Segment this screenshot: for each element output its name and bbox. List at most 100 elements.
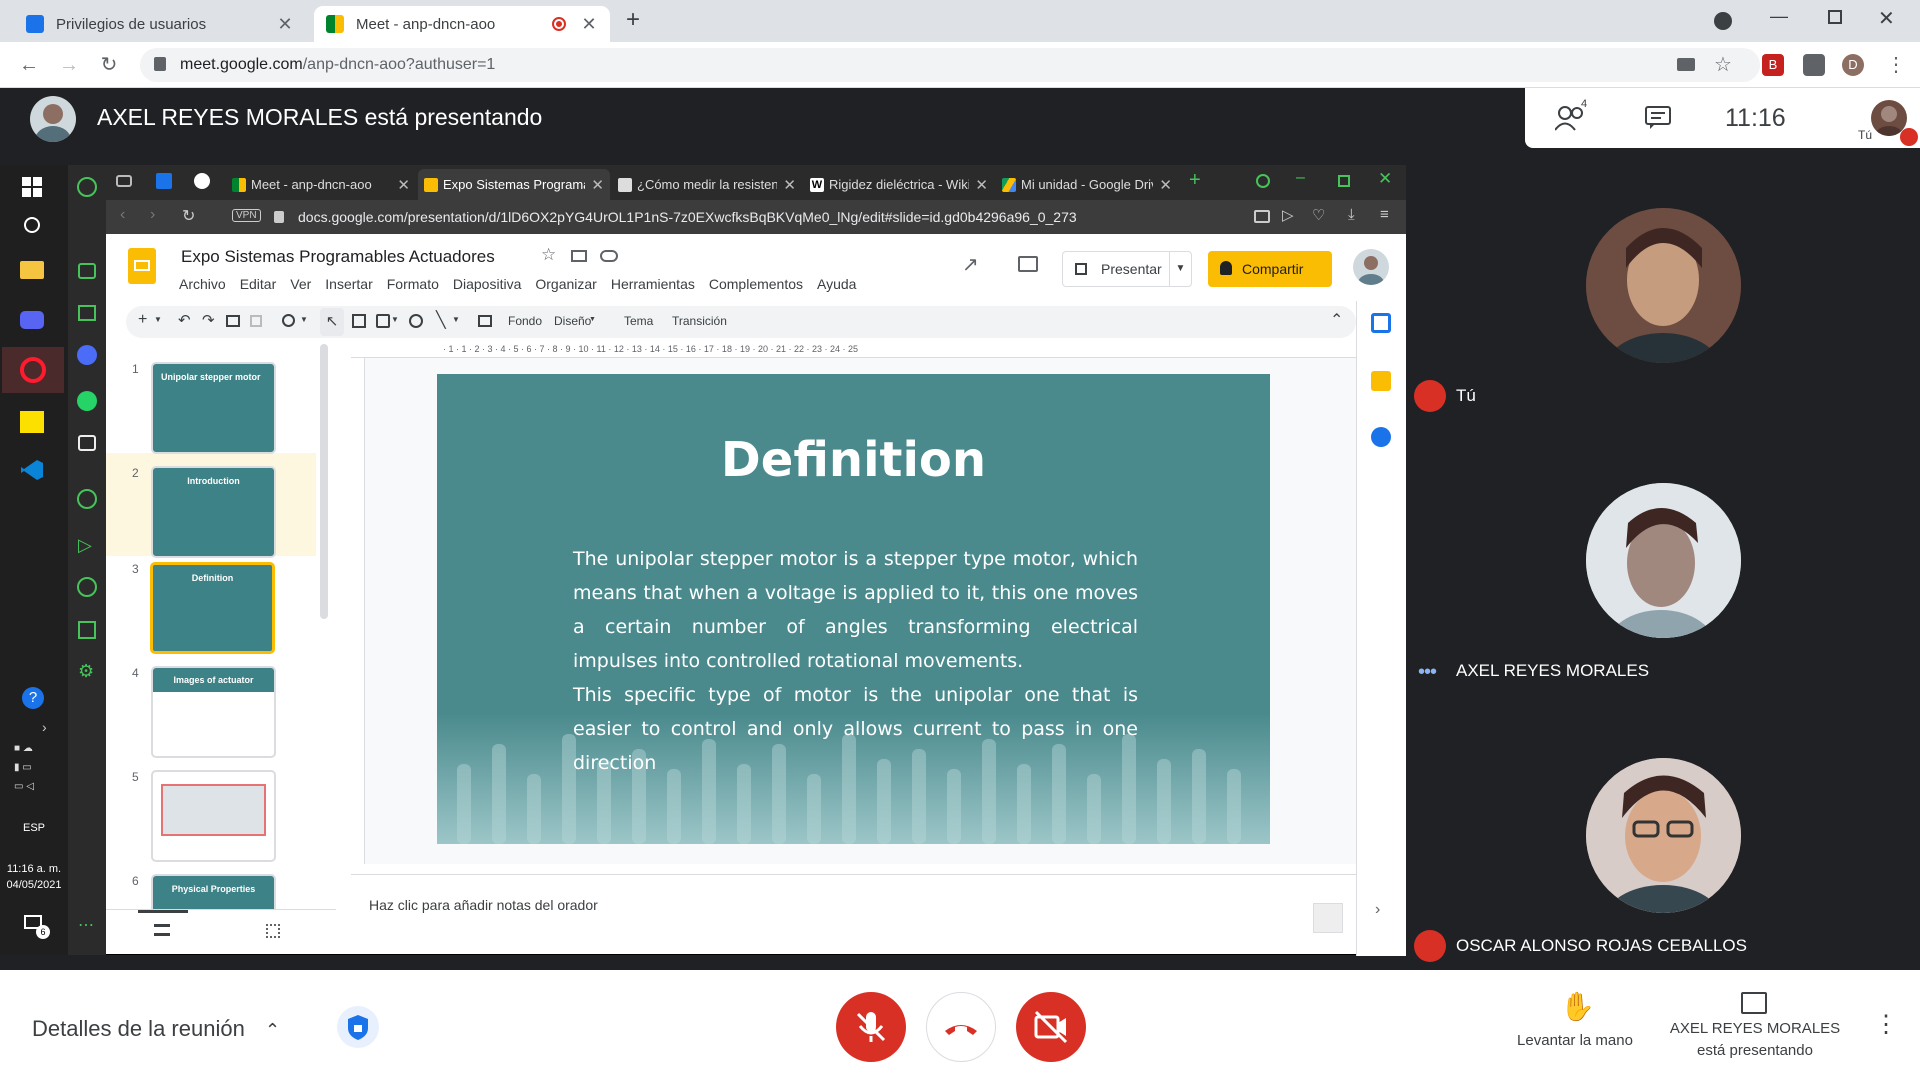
search-icon[interactable] xyxy=(24,217,40,233)
minimize-icon[interactable]: — xyxy=(1770,6,1788,27)
send-icon[interactable]: ▷ xyxy=(78,535,92,556)
reload-icon[interactable]: ↻ xyxy=(96,52,122,78)
opera-menu-icon[interactable]: ≡ xyxy=(1380,206,1389,223)
comments-icon[interactable] xyxy=(1018,256,1038,272)
twitch-icon[interactable] xyxy=(78,305,96,321)
heart-icon[interactable]: ♡ xyxy=(1312,206,1325,224)
browser-tab-privilegios[interactable]: Privilegios de usuarios ✕ xyxy=(14,6,306,42)
player-icon[interactable] xyxy=(77,489,97,509)
slide-thumbnail-1[interactable]: Unipolar stepper motor xyxy=(151,362,276,454)
host-controls-shield-icon[interactable] xyxy=(337,1006,379,1048)
opera-reload-icon[interactable]: ↻ xyxy=(182,206,195,226)
participant-tile-oscar[interactable]: OSCAR ALONSO ROJAS CEBALLOS xyxy=(1406,698,1920,968)
layout-button[interactable]: Diseño xyxy=(554,314,591,328)
undo-icon[interactable]: ↶ xyxy=(178,311,191,329)
presentation-title[interactable]: Expo Sistemas Programables Actuadores xyxy=(181,247,495,267)
menu-editar[interactable]: Editar xyxy=(240,276,277,292)
menu-ver[interactable]: Ver xyxy=(290,276,311,292)
collapse-toolbar-icon[interactable]: ⌃ xyxy=(1330,310,1343,330)
participant-tile-self[interactable]: Tú xyxy=(1406,148,1920,418)
redo-icon[interactable]: ↷ xyxy=(202,311,215,329)
opera-tab-wiki[interactable]: W Rigidez dieléctrica - Wiki ✕ xyxy=(804,169,994,200)
slide-body[interactable]: The unipolar stepper motor is a stepper … xyxy=(573,542,1138,780)
bookmark-star-icon[interactable]: ☆ xyxy=(1714,52,1732,77)
close-window-icon[interactable]: ✕ xyxy=(1878,6,1895,31)
share-button[interactable]: Compartir xyxy=(1208,251,1332,287)
camera-icon[interactable] xyxy=(1677,58,1695,71)
menu-archivo[interactable]: Archivo xyxy=(179,276,226,292)
activity-trend-icon[interactable]: ↗ xyxy=(962,252,979,277)
transition-button[interactable]: Transición xyxy=(672,314,727,328)
menu-insertar[interactable]: Insertar xyxy=(325,276,372,292)
more-options-icon[interactable]: ⋮ xyxy=(1874,1010,1898,1039)
line-dropdown-icon[interactable]: ▼ xyxy=(452,315,460,324)
close-tab-icon[interactable]: ✕ xyxy=(580,14,598,35)
layout-dropdown-icon[interactable]: ▼ xyxy=(589,316,596,323)
github-icon[interactable] xyxy=(194,173,210,189)
back-icon[interactable]: ← xyxy=(16,52,42,78)
new-tab-button[interactable]: + xyxy=(626,6,640,34)
image-icon[interactable] xyxy=(376,314,390,328)
menu-complementos[interactable]: Complementos xyxy=(709,276,803,292)
grid-view-icon[interactable] xyxy=(266,924,280,938)
paint-format-icon[interactable] xyxy=(250,315,262,327)
current-slide[interactable]: Definition The unipolar stepper motor is… xyxy=(437,374,1270,844)
raise-hand-label[interactable]: Levantar la mano xyxy=(1500,1030,1650,1052)
presenting-line-1[interactable]: AXEL REYES MORALES xyxy=(1660,1018,1850,1040)
vpn-badge[interactable]: VPN xyxy=(232,209,261,222)
filmstrip-scrollbar[interactable] xyxy=(320,344,328,619)
line-icon[interactable]: ╲ xyxy=(436,310,446,330)
zoom-dropdown-icon[interactable]: ▼ xyxy=(300,315,308,324)
menu-organizar[interactable]: Organizar xyxy=(535,276,596,292)
slides-logo-icon[interactable] xyxy=(128,248,156,284)
extension-icon[interactable]: B xyxy=(1762,54,1784,76)
close-tab-icon[interactable]: ✕ xyxy=(591,176,604,194)
calendar-icon[interactable] xyxy=(1371,313,1391,333)
add-comment-icon[interactable] xyxy=(478,315,492,327)
vscode-icon[interactable] xyxy=(20,459,44,481)
tasks-icon[interactable] xyxy=(1371,427,1391,447)
speaker-notes[interactable]: Haz clic para añadir notas del orador xyxy=(351,874,1356,949)
opera-taskbar-button[interactable] xyxy=(2,347,64,393)
participant-tile-axel[interactable]: ••• AXEL REYES MORALES xyxy=(1406,423,1920,693)
camera-toggle-button[interactable] xyxy=(1016,992,1086,1062)
move-folder-icon[interactable] xyxy=(571,250,587,262)
forward-icon[interactable]: → xyxy=(56,52,82,78)
browser-tab-meet[interactable]: Meet - anp-dncn-aoo ✕ xyxy=(314,6,610,42)
slide-thumbnail-4[interactable]: Images of actuator xyxy=(151,666,276,758)
presenting-line-2[interactable]: está presentando xyxy=(1660,1040,1850,1062)
menu-ayuda[interactable]: Ayuda xyxy=(817,276,856,292)
file-explorer-icon[interactable] xyxy=(20,261,44,279)
history-icon[interactable] xyxy=(77,577,97,597)
present-button[interactable]: Presentar ▼ xyxy=(1062,251,1192,287)
background-button[interactable]: Fondo xyxy=(508,314,542,328)
present-dropdown-icon[interactable]: ▼ xyxy=(1169,252,1191,286)
close-tab-icon[interactable]: ✕ xyxy=(397,176,410,194)
menu-diapositiva[interactable]: Diapositiva xyxy=(453,276,521,292)
theme-button[interactable]: Tema xyxy=(624,314,653,328)
account-avatar[interactable] xyxy=(1353,249,1389,285)
opera-tab-resistance[interactable]: ¿Cómo medir la resistenc ✕ xyxy=(612,169,802,200)
box-icon[interactable] xyxy=(78,621,96,639)
slide-thumbnail-5[interactable] xyxy=(151,770,276,862)
opera-tab-meet[interactable]: Meet - anp-dncn-aoo ✕ xyxy=(226,169,416,200)
menu-formato[interactable]: Formato xyxy=(387,276,439,292)
messenger-icon[interactable] xyxy=(77,345,97,365)
help-icon[interactable]: ? xyxy=(22,687,44,709)
opera-forward-icon[interactable]: › xyxy=(150,206,155,224)
slide-thumbnail-2[interactable]: Introduction xyxy=(151,466,276,558)
opera-close-icon[interactable]: ✕ xyxy=(1378,169,1392,189)
profile-avatar[interactable]: D xyxy=(1842,54,1864,76)
pinned-tab-icon[interactable] xyxy=(156,173,172,189)
opera-restore-icon[interactable] xyxy=(1338,175,1350,187)
address-bar[interactable]: meet.google.com/anp-dncn-aoo?authuser=1 … xyxy=(140,48,1760,82)
snapshot-icon[interactable] xyxy=(1254,210,1270,223)
star-icon[interactable]: ☆ xyxy=(541,245,556,265)
restore-icon[interactable] xyxy=(1828,10,1842,24)
download-icon[interactable]: ⤓ xyxy=(1348,206,1355,223)
expand-panel-icon[interactable]: › xyxy=(1375,901,1380,919)
discord-sidebar-icon[interactable] xyxy=(78,435,96,451)
whatsapp-icon[interactable] xyxy=(77,391,97,411)
image-dropdown-icon[interactable]: ▼ xyxy=(391,315,399,324)
bag-icon[interactable] xyxy=(78,263,96,279)
